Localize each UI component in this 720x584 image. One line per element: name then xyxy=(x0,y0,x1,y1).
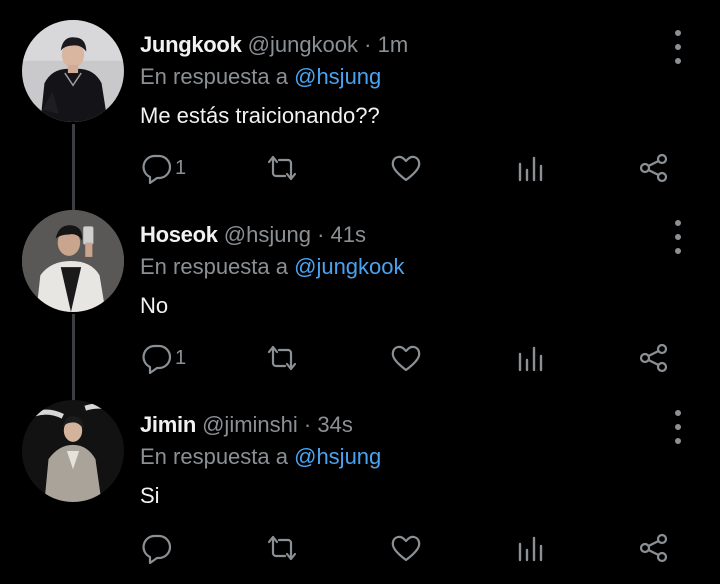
username[interactable]: @jiminshi xyxy=(202,412,298,437)
avatar[interactable] xyxy=(22,210,124,312)
reply-context: En respuesta a @hsjung xyxy=(140,442,381,472)
heart-icon xyxy=(391,155,421,182)
like-button[interactable] xyxy=(390,340,422,376)
person-mirror-selfie-avatar xyxy=(22,210,124,312)
timestamp[interactable]: 1m xyxy=(378,32,409,57)
tweet-header: Jimin @jiminshi · 34s xyxy=(140,410,353,440)
more-vertical-icon[interactable] xyxy=(664,410,692,444)
display-name[interactable]: Jungkook xyxy=(140,32,242,57)
reply-icon xyxy=(142,154,172,184)
mention-link[interactable]: @jungkook xyxy=(294,254,404,279)
analytics-icon xyxy=(518,346,543,372)
mention-link[interactable]: @hsjung xyxy=(294,444,381,469)
reply-icon xyxy=(142,344,172,374)
person-dark-outfit-avatar xyxy=(22,20,124,122)
more-vertical-icon[interactable] xyxy=(664,220,692,254)
reply-prefix: En respuesta a xyxy=(140,254,288,279)
retweet-button[interactable] xyxy=(266,530,298,566)
tweet[interactable]: Hoseok @hsjung · 41s En respuesta a @jun… xyxy=(0,190,720,380)
reply-count: 1 xyxy=(175,156,187,179)
retweet-icon xyxy=(267,345,297,371)
retweet-icon xyxy=(267,535,297,561)
retweet-icon xyxy=(267,155,297,181)
views-button[interactable] xyxy=(515,530,547,566)
like-button[interactable] xyxy=(390,530,422,566)
share-icon xyxy=(639,153,668,183)
retweet-button[interactable] xyxy=(266,150,298,186)
timestamp[interactable]: 34s xyxy=(317,412,352,437)
reply-prefix: En respuesta a xyxy=(140,444,288,469)
person-grey-suit-avatar xyxy=(22,400,124,502)
timestamp[interactable]: 41s xyxy=(331,222,366,247)
share-icon xyxy=(639,343,668,373)
share-icon xyxy=(639,533,668,563)
reply-button[interactable]: 1 xyxy=(141,150,186,186)
separator: · xyxy=(364,32,372,57)
tweet-header: Jungkook @jungkook · 1m xyxy=(140,30,408,60)
reply-icon xyxy=(142,534,172,564)
display-name[interactable]: Hoseok xyxy=(140,222,218,247)
display-name[interactable]: Jimin xyxy=(140,412,196,437)
username[interactable]: @hsjung xyxy=(224,222,311,247)
views-button[interactable] xyxy=(515,150,547,186)
analytics-icon xyxy=(518,536,543,562)
views-button[interactable] xyxy=(515,340,547,376)
reply-count: 1 xyxy=(175,346,187,369)
analytics-icon xyxy=(518,156,543,182)
share-button[interactable] xyxy=(638,340,670,376)
action-bar: 1 xyxy=(0,150,720,186)
retweet-button[interactable] xyxy=(266,340,298,376)
tweet[interactable]: Jungkook @jungkook · 1m En respuesta a @… xyxy=(0,0,720,190)
tweet-text: Me estás traicionando?? xyxy=(140,103,380,128)
share-button[interactable] xyxy=(638,150,670,186)
heart-icon xyxy=(391,345,421,372)
share-button[interactable] xyxy=(638,530,670,566)
reply-context: En respuesta a @jungkook xyxy=(140,252,405,282)
action-bar xyxy=(0,530,720,566)
tweet[interactable]: Jimin @jiminshi · 34s En respuesta a @hs… xyxy=(0,380,720,570)
reply-button[interactable] xyxy=(141,530,175,566)
tweet-text: No xyxy=(140,293,169,318)
more-vertical-icon[interactable] xyxy=(664,30,692,64)
username[interactable]: @jungkook xyxy=(248,32,358,57)
heart-icon xyxy=(391,535,421,562)
tweet-header: Hoseok @hsjung · 41s xyxy=(140,220,366,250)
separator: · xyxy=(317,222,325,247)
action-bar: 1 xyxy=(0,340,720,376)
reply-context: En respuesta a @hsjung xyxy=(140,62,381,92)
separator: · xyxy=(303,412,312,437)
avatar[interactable] xyxy=(22,20,124,122)
avatar[interactable] xyxy=(22,400,124,502)
tweet-text: Si xyxy=(140,483,160,508)
reply-prefix: En respuesta a xyxy=(140,64,288,89)
like-button[interactable] xyxy=(390,150,422,186)
mention-link[interactable]: @hsjung xyxy=(294,64,381,89)
reply-button[interactable]: 1 xyxy=(141,340,186,376)
